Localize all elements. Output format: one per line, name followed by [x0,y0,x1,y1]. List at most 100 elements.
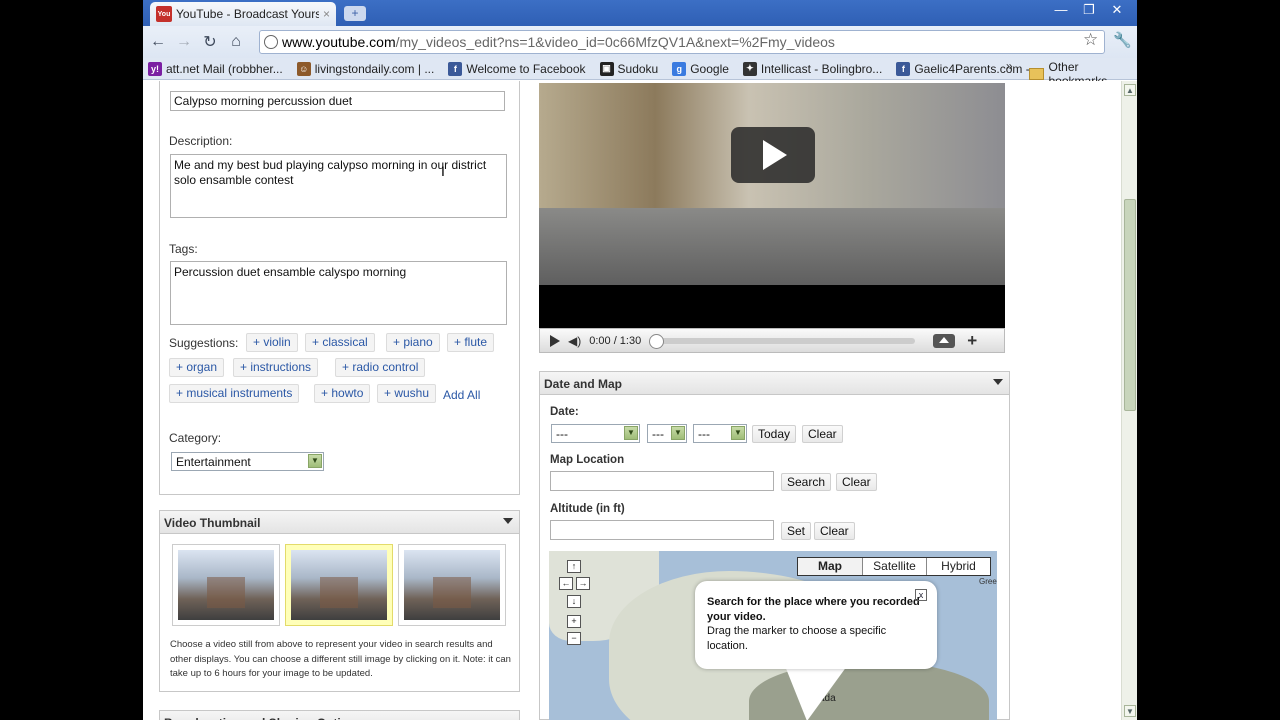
bookmark-label: Sudoku [617,61,659,76]
video-player[interactable] [539,83,1005,328]
suggestion-tag-musical-instruments[interactable]: + musical instruments [169,384,300,403]
thumbnail-option-1[interactable] [172,544,280,626]
pan-up-icon[interactable]: ↑ [567,560,581,573]
broadcasting-options-header[interactable]: Broadcasting and Sharing Options [159,710,520,720]
date-year-select[interactable]: --- ▼ [693,424,747,443]
folder-icon [1029,68,1044,80]
seek-slider[interactable] [649,333,916,349]
home-icon[interactable]: ⌂ [223,33,249,51]
globe-icon [264,35,278,49]
suggestion-tag-violin[interactable]: + violin [246,333,298,352]
plus-icon[interactable]: + [967,331,977,351]
large-play-icon[interactable] [731,127,815,183]
date-clear-button[interactable]: Clear [802,425,843,443]
bookmark-favicon-icon: f [448,61,463,76]
add-all-link[interactable]: Add All [443,388,480,402]
suggestion-tag-howto[interactable]: + howto [314,384,371,403]
date-day-select[interactable]: --- ▼ [647,424,687,443]
altitude-input[interactable] [550,520,774,540]
location-map[interactable]: ↑ ← → ↓ + − Map Satellite Hybrid Gree ad… [549,551,997,720]
tab-close-icon[interactable]: × [323,7,330,21]
bookmark-item[interactable]: y! att.net Mail (robbher... [148,61,283,76]
expand-icon[interactable] [933,333,956,348]
description-label: Description: [169,134,233,148]
suggestion-tag-classical[interactable]: + classical [305,333,375,352]
map-type-satellite[interactable]: Satellite [862,558,926,575]
thumbnail-option-2[interactable] [285,544,393,626]
thumbnail-help-text: Choose a video still from above to repre… [170,639,511,679]
bookmark-label: livingstondaily.com | ... [314,61,435,76]
bookmark-item[interactable]: f Gaelic4Parents.com - ... [896,61,1044,76]
suggestion-tag-piano[interactable]: + piano [386,333,440,352]
bookmarks-overflow-chevron-icon[interactable]: » [1006,59,1013,73]
suggestion-tag-flute[interactable]: + flute [447,333,495,352]
bookmark-favicon-icon: ▣ [599,61,614,76]
restore-button[interactable]: ❐ [1077,1,1101,19]
thumbnail-option-3[interactable] [398,544,506,626]
play-icon[interactable] [550,334,560,347]
bookmark-item[interactable]: ☺ livingstondaily.com | ... [296,61,435,76]
bookmark-item[interactable]: f Welcome to Facebook [448,61,586,76]
playback-time: 0:00 / 1:30 [589,334,642,347]
zoom-in-icon[interactable]: + [567,615,581,628]
collapse-triangle-icon[interactable] [993,379,1003,385]
volume-icon[interactable]: ◀) [568,334,581,348]
bookmark-label: Gaelic4Parents.com - ... [914,61,1044,76]
date-and-map-header[interactable]: Date and Map [539,371,1010,395]
date-month-select[interactable]: --- ▼ [551,424,640,443]
suggestion-tag-radio-control[interactable]: + radio control [335,358,426,377]
close-window-button[interactable]: ✕ [1105,1,1129,19]
date-label: Date: [550,406,579,418]
search-button[interactable]: Search [781,473,832,491]
suggestion-tag-wushu[interactable]: + wushu [377,384,437,403]
address-bar[interactable]: www.youtube.com/my_videos_edit?ns=1&vide… [259,30,1105,54]
chevron-down-icon: ▼ [671,426,685,440]
reload-icon[interactable]: ↻ [197,32,223,52]
category-select[interactable]: Entertainment ▼ [171,452,324,471]
scroll-up-icon[interactable]: ▲ [1124,84,1136,96]
bubble-instruction-bold: Search for the place where you recorded … [707,596,920,623]
date-day-value: --- [652,427,664,441]
pan-left-icon[interactable]: ← [559,577,573,590]
pan-right-icon[interactable]: → [576,577,590,590]
scroll-thumb[interactable] [1124,199,1136,411]
window-controls: — ❐ ✕ [1049,1,1129,19]
map-location-input[interactable] [550,471,774,491]
zoom-out-icon[interactable]: − [567,632,581,645]
back-arrow-icon[interactable]: ← [145,33,171,51]
collapse-triangle-icon[interactable] [503,518,513,524]
suggestion-tag-instructions[interactable]: + instructions [233,358,319,377]
wrench-menu-icon[interactable]: 🔧 [1113,31,1132,49]
bookmark-label: Google [690,61,729,76]
map-type-hybrid[interactable]: Hybrid [926,558,990,575]
video-thumbnail-header[interactable]: Video Thumbnail [159,510,520,534]
bookmark-item[interactable]: ▣ Sudoku [599,61,659,76]
bookmark-item[interactable]: ✦ Intellicast - Bolingbro... [742,61,883,76]
map-type-map[interactable]: Map [798,558,862,575]
page-scrollbar[interactable]: ▲ ▼ [1121,81,1137,720]
close-icon[interactable]: x [915,589,927,601]
forward-arrow-icon[interactable]: → [171,33,197,51]
pan-down-icon[interactable]: ↓ [567,595,581,608]
suggestion-tag-organ[interactable]: + organ [169,358,225,377]
scroll-down-icon[interactable]: ▼ [1124,705,1136,717]
bookmark-label: Intellicast - Bolingbro... [760,61,883,76]
new-tab-button[interactable]: + [344,6,366,21]
location-clear-button[interactable]: Clear [836,473,877,491]
page-content: Calypso morning percussion duet Descript… [143,81,1121,720]
tags-textarea[interactable]: Percussion duet ensamble calyspo morning [170,261,507,325]
video-thumbnail-panel: Choose a video still from above to repre… [159,534,520,692]
altitude-clear-button[interactable]: Clear [814,522,855,540]
bookmark-item[interactable]: g Google [672,61,729,76]
description-textarea[interactable]: Me and my best bud playing calypso morni… [170,154,507,218]
info-bubble-tail [785,666,847,720]
title-input[interactable]: Calypso morning percussion duet [170,91,505,111]
today-button[interactable]: Today [752,425,797,443]
minimize-button[interactable]: — [1049,1,1073,19]
browser-window: You YouTube - Broadcast Yours... × + — ❐… [143,0,1137,720]
browser-tab[interactable]: You YouTube - Broadcast Yours... × [150,2,336,26]
bookmark-star-icon[interactable]: ☆ [1083,30,1098,50]
url-path: /my_videos_edit?ns=1&video_id=0c66MfzQV1… [395,34,835,50]
map-type-selector: Map Satellite Hybrid [797,557,991,576]
set-button[interactable]: Set [781,522,812,540]
